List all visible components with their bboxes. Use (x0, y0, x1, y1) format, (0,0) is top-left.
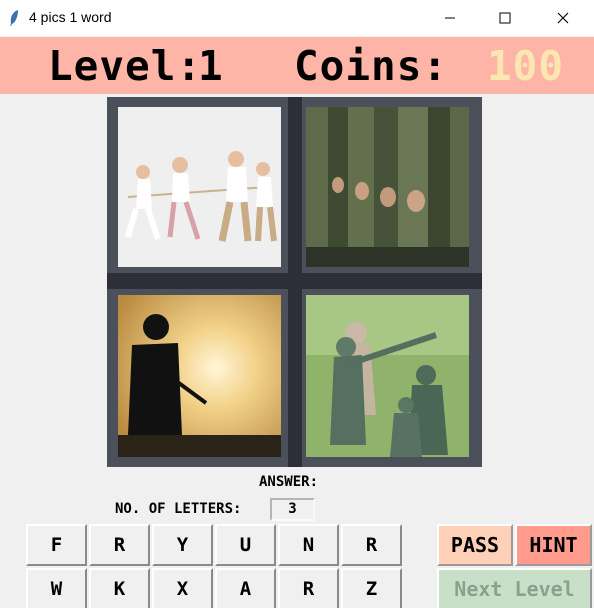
letter-key[interactable]: Z (341, 568, 402, 608)
picture-1 (118, 107, 281, 267)
letter-key[interactable]: U (215, 524, 276, 566)
toy-soldiers-photo (306, 295, 469, 457)
minimize-button[interactable] (427, 0, 473, 36)
letter-key[interactable]: R (278, 568, 339, 608)
tug-of-war-photo (118, 107, 281, 267)
next-level-button[interactable]: Next Level (437, 568, 592, 608)
picture-3 (118, 295, 281, 457)
letter-key[interactable]: W (26, 568, 87, 608)
letters-count-field: 3 (270, 498, 315, 521)
soldiers-row-photo (306, 107, 469, 267)
minimize-icon (445, 17, 455, 19)
close-icon (557, 12, 569, 24)
letters-count-label: NO. OF LETTERS: (115, 501, 242, 517)
title-bar: 4 pics 1 word (0, 0, 594, 36)
pass-button[interactable]: PASS (437, 524, 513, 566)
level-label: Level: (48, 42, 203, 90)
letter-key[interactable]: K (89, 568, 150, 608)
letter-key[interactable]: Y (152, 524, 213, 566)
answer-label: ANSWER: (259, 474, 319, 490)
feather-icon (10, 10, 18, 26)
maximize-button[interactable] (482, 0, 528, 36)
window-title: 4 pics 1 word (29, 9, 112, 25)
grid-divider-horizontal (107, 273, 482, 289)
coins-label: Coins: (294, 42, 449, 90)
letter-key[interactable]: R (89, 524, 150, 566)
close-button[interactable] (540, 0, 586, 36)
score-header: Level: 1 Coins: 100 (0, 37, 594, 94)
letter-key[interactable]: F (26, 524, 87, 566)
letter-key[interactable]: R (341, 524, 402, 566)
letter-key[interactable]: A (215, 568, 276, 608)
hint-button[interactable]: HINT (515, 524, 592, 566)
coins-value: 100 (487, 42, 565, 90)
letter-key[interactable]: X (152, 568, 213, 608)
level-value: 1 (198, 42, 224, 90)
maximize-icon (499, 12, 511, 24)
picture-4 (306, 295, 469, 457)
soldier-silhouette-photo (118, 295, 281, 457)
letter-key[interactable]: N (278, 524, 339, 566)
picture-2 (306, 107, 469, 267)
picture-grid (107, 97, 482, 467)
